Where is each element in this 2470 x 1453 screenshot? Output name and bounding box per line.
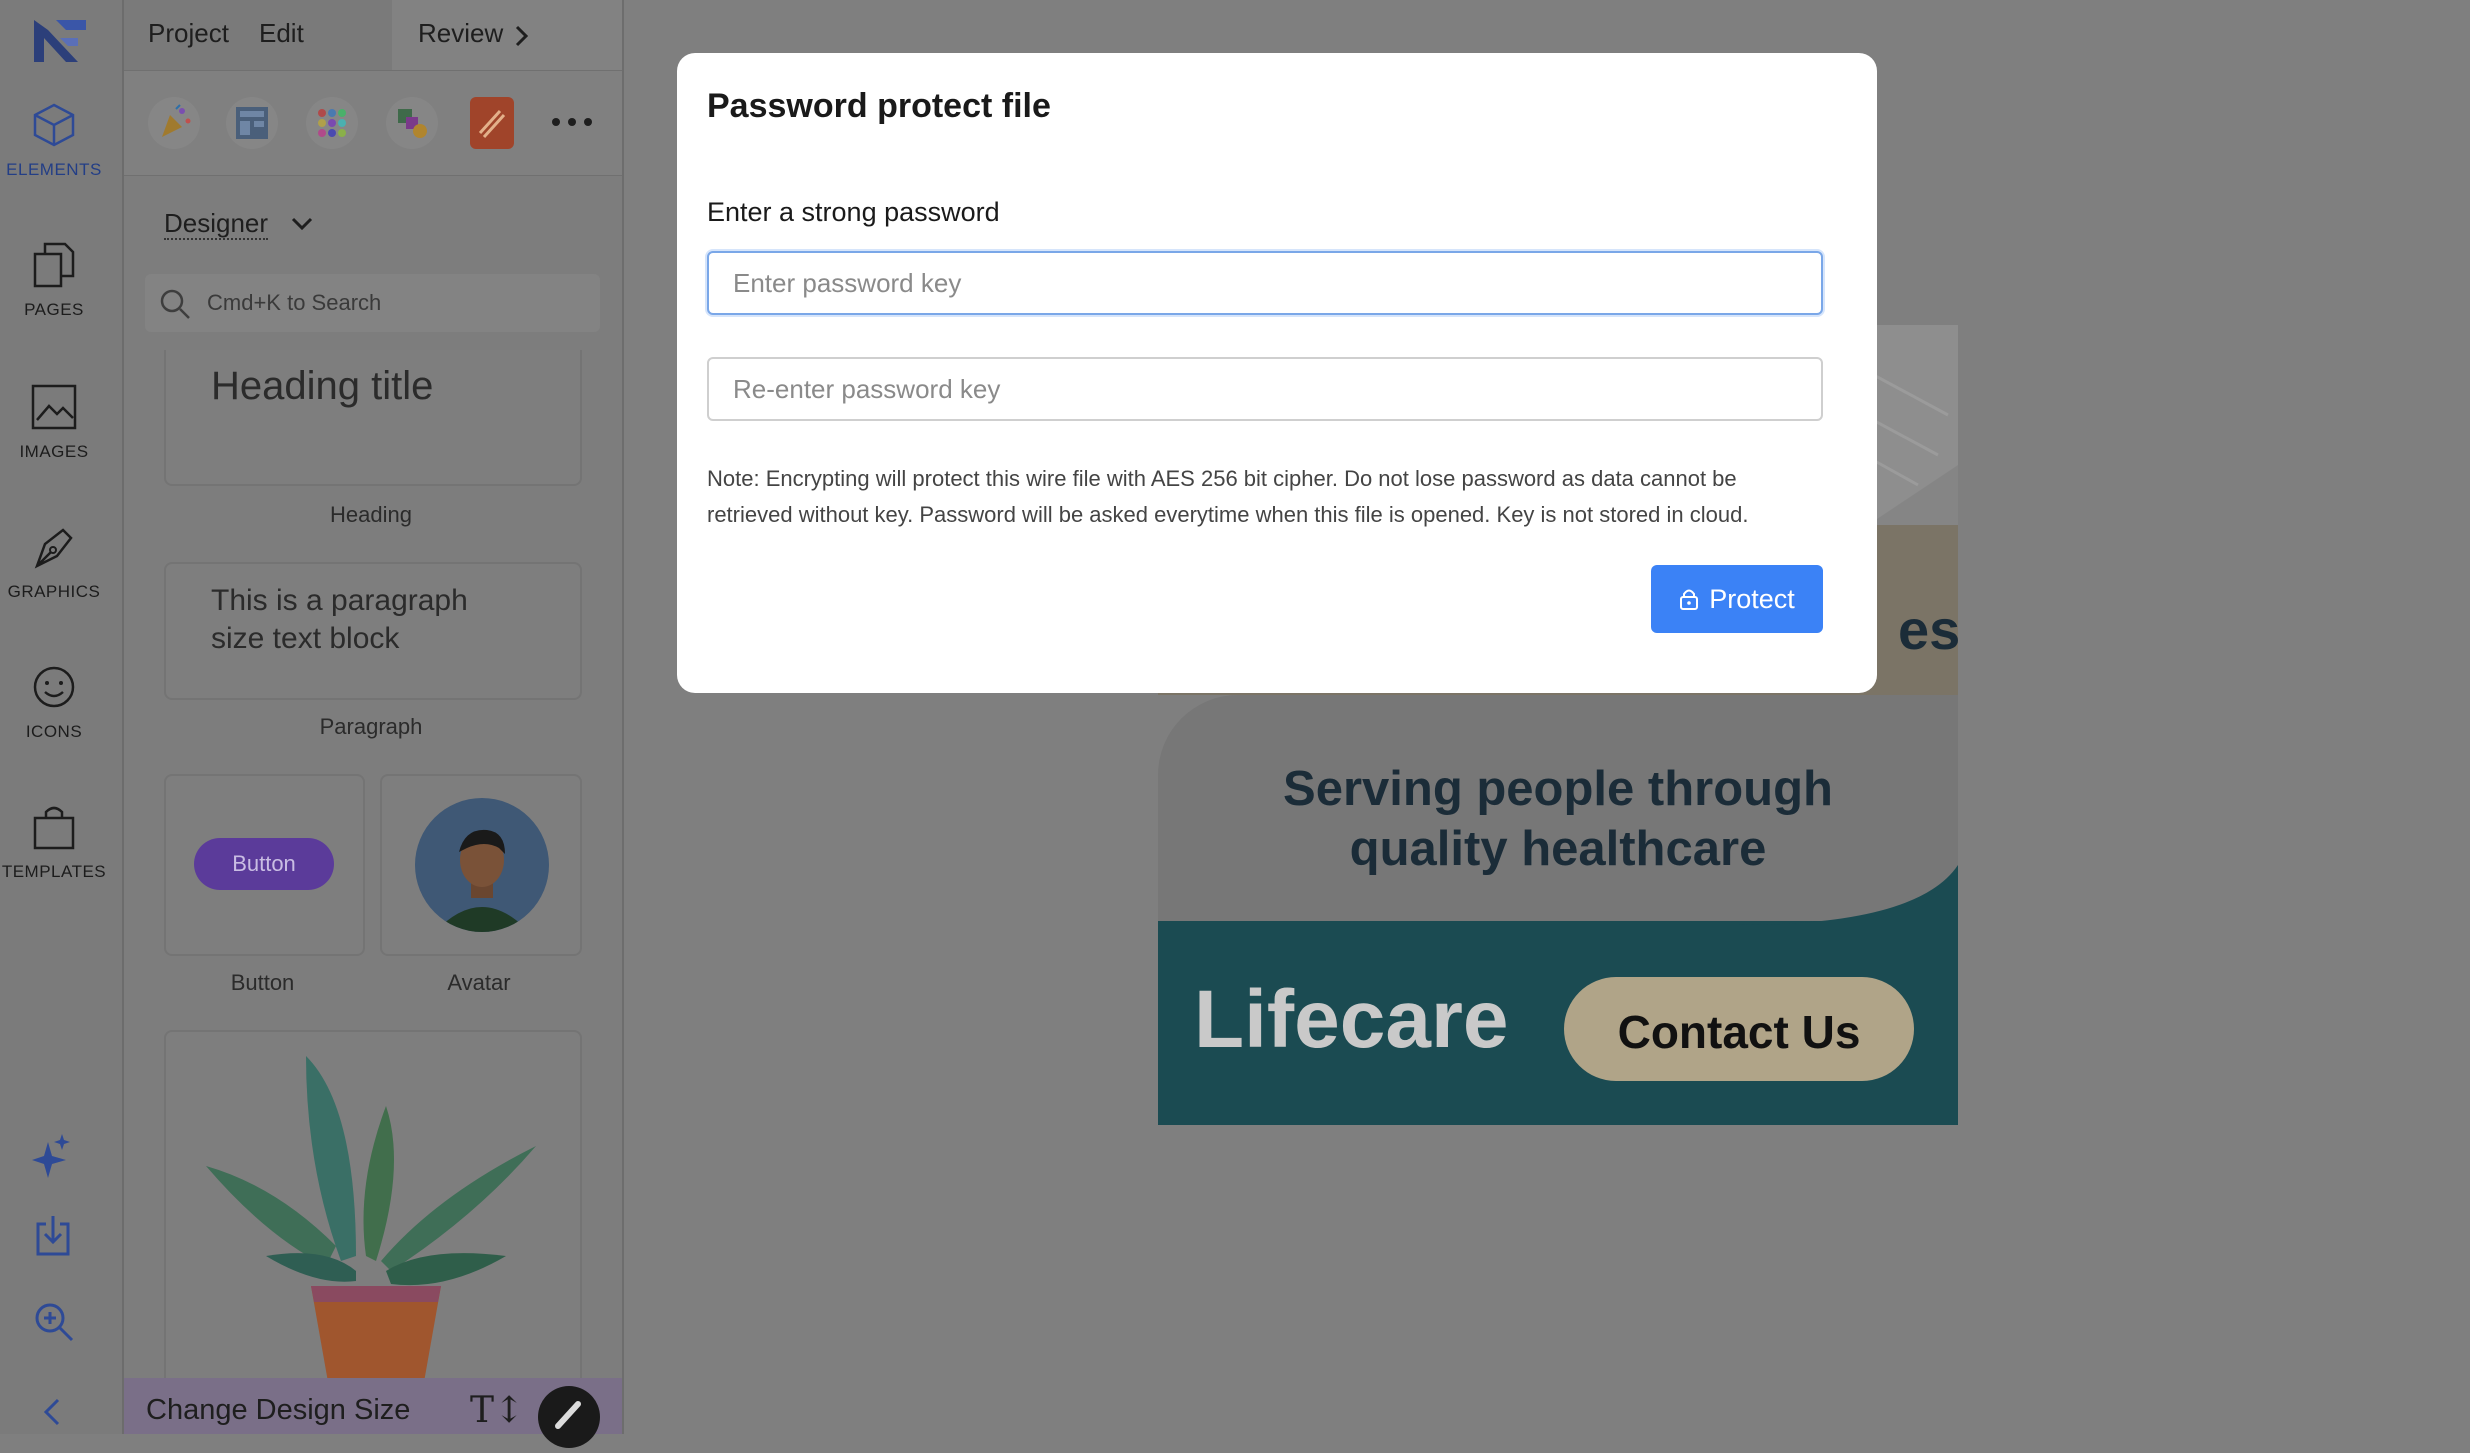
lock-icon xyxy=(1680,589,1699,610)
pen-nib-icon xyxy=(34,528,73,569)
search-placeholder: Cmd+K to Search xyxy=(207,290,382,315)
brush-tool-icon[interactable] xyxy=(470,97,514,149)
rail-icons[interactable]: ICONS xyxy=(0,662,108,742)
shapes-icon[interactable] xyxy=(386,97,438,149)
avatar-caption: Avatar xyxy=(447,970,511,995)
paragraph-card[interactable]: This is a paragraph size text block xyxy=(164,562,582,700)
heading-sample: Heading title xyxy=(211,364,434,408)
bag-icon xyxy=(33,806,75,850)
rail-pages-label: PAGES xyxy=(24,300,84,319)
search-box[interactable]: Cmd+K to Search xyxy=(145,274,600,332)
encryption-note: Note: Encrypting will protect this wire … xyxy=(707,466,1749,527)
rail-elements[interactable]: ELEMENTS xyxy=(0,100,108,180)
design-brand: Lifecare xyxy=(1194,974,1509,1065)
menu-project[interactable]: Project xyxy=(148,18,229,49)
rail-templates[interactable]: TEMPLATES xyxy=(0,802,108,882)
button-sample: Button xyxy=(194,838,334,890)
modal-title: Password protect file xyxy=(707,87,1051,125)
chevron-down-icon xyxy=(291,217,313,231)
protect-button[interactable]: Protect xyxy=(1651,565,1823,633)
design-partial-heading: es xyxy=(1898,598,1958,661)
password-modal: Password protect file Enter a strong pas… xyxy=(677,53,1877,693)
button-card[interactable]: Button xyxy=(164,774,365,956)
dots-grid-icon[interactable] xyxy=(306,97,358,149)
image-icon xyxy=(31,384,77,430)
menu-edit[interactable]: Edit xyxy=(259,18,304,49)
password-input[interactable] xyxy=(707,251,1823,315)
rail-graphics-label: GRAPHICS xyxy=(7,582,101,601)
rail-templates-label: TEMPLATES xyxy=(1,862,107,881)
pages-icon xyxy=(33,242,75,288)
heading-card[interactable]: Heading title xyxy=(164,350,582,486)
zoom-in-icon[interactable] xyxy=(34,1302,74,1347)
review-tab[interactable]: Review xyxy=(392,0,622,70)
plant-illustration-card[interactable] xyxy=(164,1030,582,1382)
more-icon[interactable] xyxy=(550,115,594,133)
button-caption: Button xyxy=(230,970,295,995)
download-icon[interactable] xyxy=(34,1214,72,1261)
paragraph-caption: Paragraph xyxy=(319,714,423,739)
paragraph-sample: This is a paragraph size text block xyxy=(211,584,468,655)
heading-caption: Heading xyxy=(330,502,412,527)
design-contact-label: Contact Us xyxy=(1617,1006,1861,1058)
chevron-right-icon xyxy=(515,25,529,47)
paint-brush-icon[interactable] xyxy=(538,1386,600,1448)
cube-icon xyxy=(33,103,75,147)
reenter-password-input[interactable] xyxy=(707,357,1823,421)
search-icon xyxy=(160,289,190,319)
text-size-icon[interactable]: T↕ xyxy=(470,1390,524,1431)
rail-images-label: IMAGES xyxy=(19,442,89,461)
party-popper-icon[interactable] xyxy=(148,97,200,149)
review-label: Review xyxy=(418,18,504,48)
rail-graphics[interactable]: GRAPHICS xyxy=(0,522,108,602)
left-rail: ELEMENTS PAGES IMAGES GRAPHICS ICONS TEM… xyxy=(0,0,124,1434)
design-contact-button[interactable]: Contact Us xyxy=(1564,977,1914,1081)
rail-pages[interactable]: PAGES xyxy=(0,240,108,320)
plant-illustration xyxy=(206,1056,536,1382)
rail-elements-label: ELEMENTS xyxy=(6,160,102,179)
sparkle-icon[interactable] xyxy=(32,1134,72,1183)
designer-dropdown-value: Designer xyxy=(164,208,269,240)
plugin-toolbar xyxy=(124,70,622,176)
rail-images[interactable]: IMAGES xyxy=(0,382,108,462)
chevron-left-icon[interactable] xyxy=(40,1396,64,1433)
design-tagline: Serving people through quality healthcar… xyxy=(1283,762,1833,876)
avatar-card[interactable] xyxy=(380,774,582,956)
design-size-footer[interactable]: Change Design Size T↕ xyxy=(124,1378,622,1448)
designer-dropdown[interactable]: Designer xyxy=(164,208,313,240)
protect-label: Protect xyxy=(1709,583,1795,614)
password-label: Enter a strong password xyxy=(707,197,1000,227)
avatar xyxy=(415,798,549,932)
layout-icon[interactable] xyxy=(226,97,278,149)
app-logo[interactable] xyxy=(30,16,90,71)
rail-icons-label: ICONS xyxy=(25,722,83,741)
menubar: Project Edit Review xyxy=(124,0,622,70)
smiley-icon xyxy=(33,666,75,708)
change-design-size-label: Change Design Size xyxy=(146,1394,411,1426)
